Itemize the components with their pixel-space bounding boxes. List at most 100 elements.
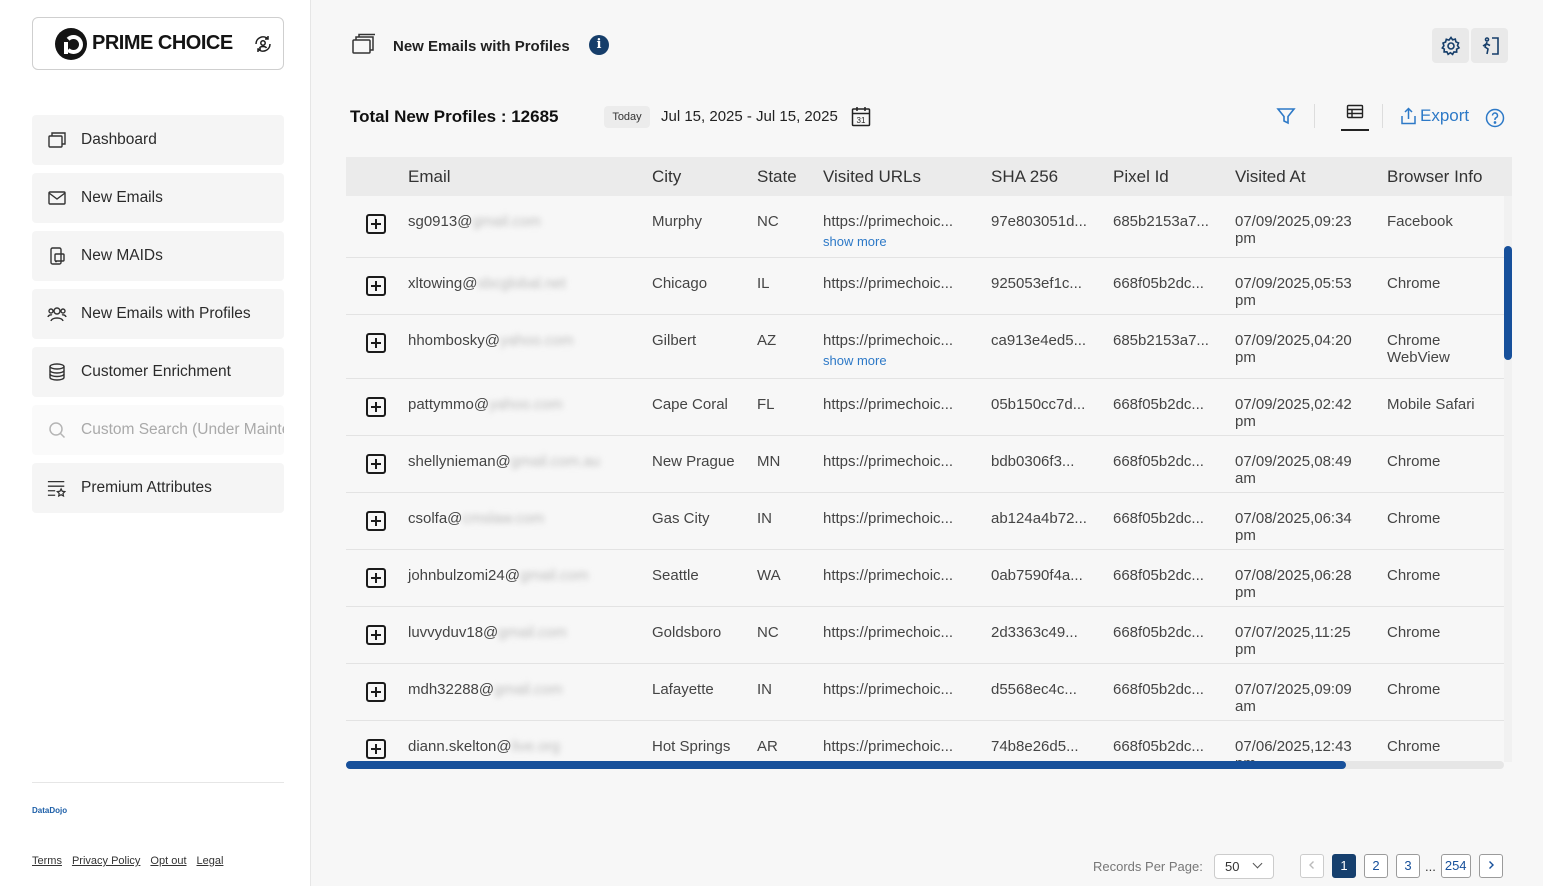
info-icon[interactable]: i	[589, 35, 609, 55]
table-view-button[interactable]	[1341, 103, 1369, 131]
email-cell: csolfa@cmslaw.com	[408, 510, 544, 527]
opt-out-link[interactable]: Opt out	[150, 855, 186, 867]
expand-row-icon[interactable]	[366, 739, 386, 759]
profiles-table: Email City State Visited URLs SHA 256 Pi…	[346, 157, 1512, 761]
city-cell: New Prague	[652, 453, 742, 470]
expand-row-icon[interactable]	[366, 276, 386, 296]
email-domain-redacted: yahoo.com	[499, 332, 574, 349]
sidebar-item-dashboard[interactable]: Dashboard	[32, 115, 284, 165]
table-row[interactable]: diann.skelton@live.org Hot Springs AR https…	[346, 721, 1512, 761]
export-label: Export	[1420, 106, 1470, 125]
next-page-button[interactable]	[1478, 854, 1503, 878]
expand-row-icon[interactable]	[366, 625, 386, 645]
privacy-policy-link[interactable]: Privacy Policy	[72, 855, 140, 867]
expand-row-icon[interactable]	[366, 682, 386, 702]
state-cell: FL	[757, 396, 807, 413]
state-value: IN	[757, 681, 772, 698]
page-button-last[interactable]: 254	[1440, 854, 1471, 878]
email-user: xltowing@	[408, 275, 478, 292]
horizontal-scrollbar-thumb[interactable]	[346, 761, 1346, 769]
table-row[interactable]: csolfa@cmslaw.com Gas City IN https://prime…	[346, 493, 1512, 550]
browser-value: Chrome	[1387, 453, 1441, 470]
table-row[interactable]: pattymmo@yahoo.com Cape Coral FL https://pr…	[346, 379, 1512, 436]
legal-link[interactable]: Legal	[197, 855, 224, 867]
sidebar-item-new-emails[interactable]: New Emails	[32, 173, 284, 223]
url-value: https://primechoic...	[823, 213, 954, 230]
page-button-2[interactable]: 2	[1364, 854, 1388, 878]
expand-row-icon[interactable]	[366, 397, 386, 417]
mail-icon	[48, 191, 66, 205]
email-cell: johnbulzomi24@gmail.com	[408, 567, 588, 584]
sha-cell: ab124a4b72...	[991, 510, 1101, 527]
pixel-cell: 668f05b2dc...	[1113, 624, 1223, 641]
sidebar-item-premium-attributes[interactable]: Premium Attributes	[32, 463, 284, 513]
brand-name: PRIME CHOICE	[92, 32, 233, 54]
email-domain-redacted: gmail.com	[472, 213, 541, 230]
pixel-cell: 685b2153a7...	[1113, 213, 1223, 230]
filter-icon[interactable]	[1276, 106, 1296, 126]
switch-account-icon[interactable]	[253, 34, 273, 54]
gear-icon	[1440, 35, 1460, 56]
visited-cell: 07/09/2025,09:23 pm	[1235, 213, 1375, 247]
show-more-link[interactable]: show more	[823, 352, 973, 369]
email-user: pattymmo@	[408, 396, 490, 413]
expand-row-icon[interactable]	[366, 454, 386, 474]
browser-value: Chrome	[1387, 510, 1441, 527]
table-row[interactable]: johnbulzomi24@gmail.com Seattle WA https://…	[346, 550, 1512, 607]
prev-page-button[interactable]	[1300, 854, 1324, 878]
visited-value: 07/06/2025,12:43 pm	[1235, 738, 1352, 761]
url-cell: https://primechoic...	[823, 681, 973, 698]
expand-row-icon[interactable]	[366, 214, 386, 234]
expand-row-icon[interactable]	[366, 568, 386, 588]
column-header-state[interactable]: State	[757, 167, 797, 187]
sha-value: 2d3363c49...	[991, 624, 1078, 641]
records-per-page-select[interactable]: 50	[1214, 854, 1274, 879]
sha-value: 0ab7590f4a...	[991, 567, 1083, 584]
browser-cell: Chrome WebView	[1387, 332, 1497, 366]
email-user: mdh32288@	[408, 681, 495, 698]
custom-search-input[interactable]: Custom Search (Under Maintenance)	[32, 405, 284, 455]
export-button[interactable]: Export	[1400, 106, 1469, 126]
help-icon[interactable]	[1485, 108, 1505, 128]
table-row[interactable]: shellynieman@gmail.com.au New Prague MN htt…	[346, 436, 1512, 493]
table-row[interactable]: sg0913@gmail.com Murphy NC https://primecho…	[346, 196, 1512, 258]
expand-row-icon[interactable]	[366, 333, 386, 353]
today-badge[interactable]: Today	[604, 106, 650, 128]
column-header-email[interactable]: Email	[408, 167, 451, 187]
column-header-browser-info[interactable]: Browser Info	[1387, 167, 1482, 187]
sidebar-item-new-emails-with-profiles[interactable]: New Emails with Profiles	[32, 289, 284, 339]
calendar-icon[interactable]: 31	[851, 106, 871, 127]
column-header-visited-urls[interactable]: Visited URLs	[823, 167, 921, 187]
dashboard-icon	[48, 132, 66, 148]
column-header-city[interactable]: City	[652, 167, 681, 187]
column-header-pixel-id[interactable]: Pixel Id	[1113, 167, 1169, 187]
table-row[interactable]: hhombosky@yahoo.com Gilbert AZ https://prim…	[346, 315, 1512, 379]
logout-button[interactable]	[1471, 28, 1508, 63]
table-row[interactable]: mdh32288@gmail.com Lafayette IN https://pri…	[346, 664, 1512, 721]
sidebar-item-label: New Emails with Profiles	[81, 305, 251, 322]
show-more-link[interactable]: show more	[823, 233, 973, 250]
city-value: Seattle	[652, 567, 699, 584]
page-button-3[interactable]: 3	[1396, 854, 1420, 878]
date-range[interactable]: Jul 15, 2025 - Jul 15, 2025	[661, 108, 838, 125]
column-header-sha256[interactable]: SHA 256	[991, 167, 1058, 187]
sidebar-item-new-maids[interactable]: New MAIDs	[32, 231, 284, 281]
page-button-1[interactable]: 1	[1332, 854, 1356, 878]
settings-button[interactable]	[1432, 28, 1469, 63]
terms-link[interactable]: Terms	[32, 855, 62, 867]
datadojo-logo: DataDojo	[32, 806, 68, 815]
pixel-value: 668f05b2dc...	[1113, 275, 1204, 292]
table-row[interactable]: xltowing@sbcglobal.net Chicago IL https://p…	[346, 258, 1512, 315]
table-row[interactable]: luvvyduv18@gmail.com Goldsboro NC https://p…	[346, 607, 1512, 664]
list-star-icon	[47, 481, 67, 498]
vertical-scrollbar-thumb[interactable]	[1504, 246, 1512, 360]
sidebar-item-customer-enrichment[interactable]: Customer Enrichment	[32, 347, 284, 397]
brand-logo-box[interactable]: PRIME CHOICE	[32, 17, 284, 70]
url-value: https://primechoic...	[823, 624, 954, 641]
url-value: https://primechoic...	[823, 510, 954, 527]
pixel-cell: 685b2153a7...	[1113, 332, 1223, 349]
expand-row-icon[interactable]	[366, 511, 386, 531]
state-cell: IL	[757, 275, 807, 292]
column-header-visited-at[interactable]: Visited At	[1235, 167, 1306, 187]
search-icon	[49, 422, 66, 439]
